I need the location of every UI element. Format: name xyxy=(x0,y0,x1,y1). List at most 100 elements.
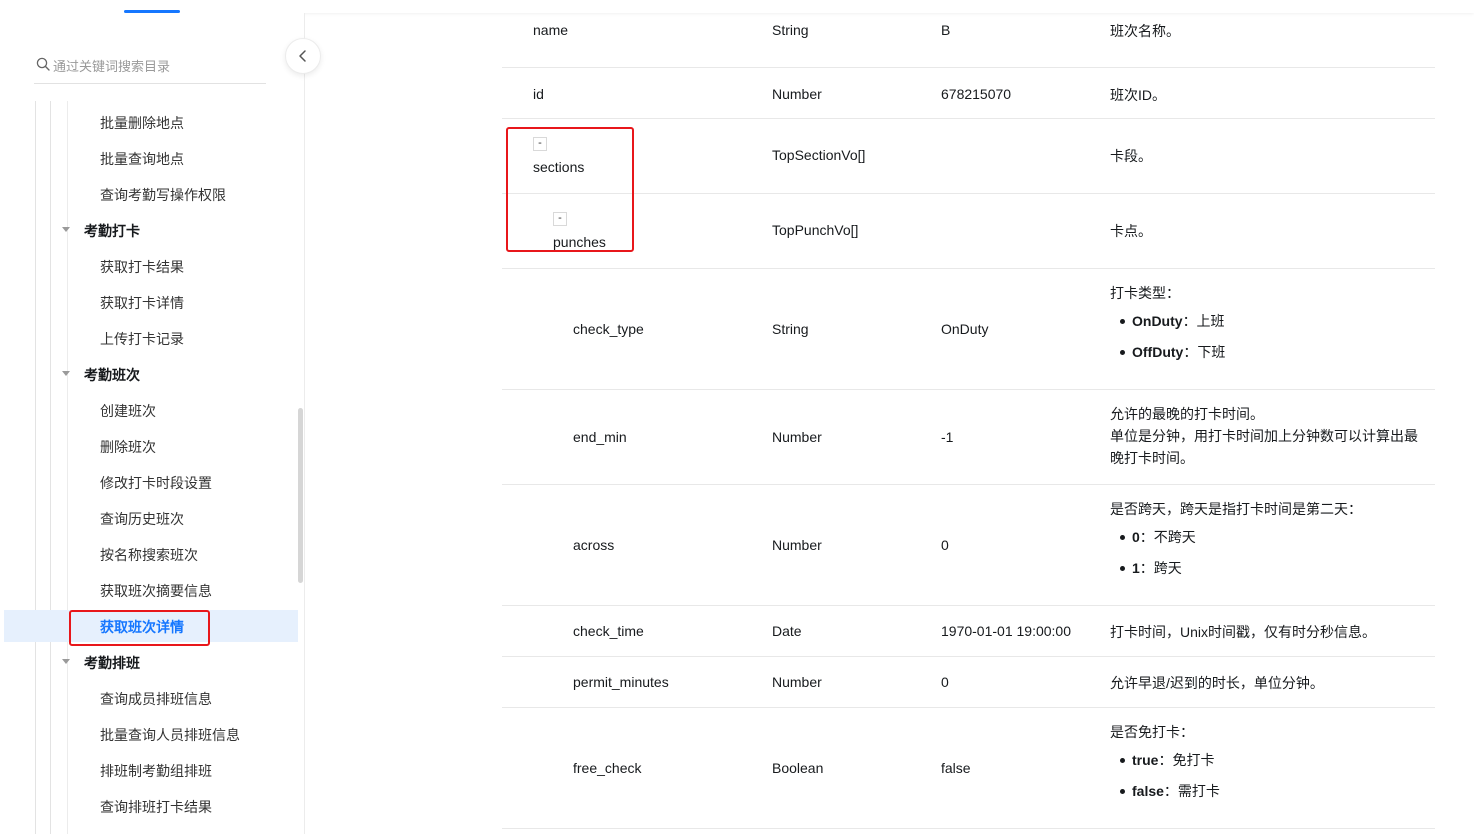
sidebar-group[interactable]: 考勤排班 xyxy=(4,646,298,678)
param-type: String xyxy=(772,321,809,337)
sidebar-item[interactable]: 批量删除地点 xyxy=(4,106,298,138)
sidebar-item-label: 上传打卡记录 xyxy=(100,331,184,347)
sidebar-item-label: 查询排班打卡结果 xyxy=(100,799,212,815)
sidebar-item[interactable]: 批量查询地点 xyxy=(4,142,298,174)
sidebar-item[interactable]: 查询考勤写操作权限 xyxy=(4,178,298,210)
bullet-text: ：免打卡 xyxy=(1158,752,1215,768)
sidebar-item-label: 批量删除地点 xyxy=(100,115,184,131)
sidebar-scrollbar[interactable] xyxy=(298,408,303,583)
collapse-toggle[interactable]: - xyxy=(533,137,547,151)
bullet-text: ：下班 xyxy=(1183,344,1226,360)
sidebar-item[interactable]: 获取打卡结果 xyxy=(4,250,298,282)
sidebar-item-label: 获取班次详情 xyxy=(100,619,184,635)
sidebar-item[interactable]: 上传打卡记录 xyxy=(4,322,298,354)
sidebar: 通过关键词搜索目录 批量删除地点 批量查询地点查询考勤写操作权限考勤打卡获取打卡结… xyxy=(0,13,305,834)
sidebar-item[interactable]: 获取打卡详情 xyxy=(4,286,298,318)
bullet-key: true xyxy=(1132,752,1159,768)
description-text: 卡段。 xyxy=(1110,148,1152,164)
description-text: 卡点。 xyxy=(1110,223,1152,239)
sidebar-item-label: 获取班次摘要信息 xyxy=(100,583,212,599)
sidebar-item[interactable]: 获取班次摘要信息 xyxy=(4,574,298,606)
caret-down-icon[interactable] xyxy=(62,659,70,664)
bullet-key: 1 xyxy=(1132,560,1140,576)
param-example: 1970-01-01 19:00:00 xyxy=(941,623,1071,639)
table-row: check_time Date 1970-01-01 19:00:00 打卡时间，Un… xyxy=(502,605,1435,657)
table-row: permit_minutes Number 0 允许早退/迟到的时长，单位分钟。 xyxy=(502,656,1435,708)
param-example: 0 xyxy=(941,674,949,690)
description-bullet: OffDuty：下班 xyxy=(1120,341,1430,363)
top-bar xyxy=(0,0,1474,13)
sidebar-item-label: 查询历史班次 xyxy=(100,511,184,527)
param-name: end_min xyxy=(573,429,627,445)
sidebar-item[interactable]: 查询历史班次 xyxy=(4,502,298,534)
param-description: 班次ID。 xyxy=(1110,84,1430,106)
search-input[interactable]: 通过关键词搜索目录 xyxy=(53,56,170,75)
param-type: TopPunchVo[] xyxy=(772,222,859,238)
collapse-sidebar-button[interactable] xyxy=(285,38,321,74)
description-line: 单位是分钟，用打卡时间加上分钟数可以计算出最晚打卡时间。 xyxy=(1110,428,1418,466)
sidebar-item-label: 删除班次 xyxy=(100,439,156,455)
table-row: name String B 班次名称。 xyxy=(502,13,1435,68)
table-row: punches - TopPunchVo[] 卡点。 xyxy=(502,193,1435,269)
caret-down-icon[interactable] xyxy=(62,371,70,376)
sidebar-item-label: 创建班次 xyxy=(100,403,156,419)
sidebar-item[interactable]: 删除班次 xyxy=(4,430,298,462)
param-example: B xyxy=(941,22,951,38)
param-example: 0 xyxy=(941,537,949,553)
sidebar-group[interactable]: 考勤班次 xyxy=(4,358,298,390)
sidebar-item[interactable]: 按名称搜索班次 xyxy=(4,538,298,570)
param-example: 678215070 xyxy=(941,86,1012,102)
sidebar-group[interactable]: 考勤打卡 xyxy=(4,214,298,246)
search-box[interactable]: 通过关键词搜索目录 xyxy=(34,50,266,84)
sidebar-item-label: 查询考勤写操作权限 xyxy=(100,187,226,203)
description-text: 打卡时间，Unix时间戳，仅有时分秒信息。 xyxy=(1110,624,1377,640)
sidebar-item-label: 获取打卡详情 xyxy=(100,295,184,311)
description-bullet: true：免打卡 xyxy=(1120,749,1430,771)
param-description: 卡点。 xyxy=(1110,220,1430,242)
param-description: 打卡时间，Unix时间戳，仅有时分秒信息。 xyxy=(1110,621,1430,643)
param-description: 打卡类型： OnDuty：上班 OffDuty：下班 xyxy=(1110,282,1430,372)
sidebar-item[interactable]: 排班制考勤组排班 xyxy=(4,754,298,786)
param-name: free_check xyxy=(573,760,642,776)
sidebar-item-label: 考勤班次 xyxy=(84,367,140,383)
description-bullet: OnDuty：上班 xyxy=(1120,310,1430,332)
table-row: id Number 678215070 班次ID。 xyxy=(502,67,1435,119)
sidebar-item[interactable]: 修改打卡时段设置 xyxy=(4,466,298,498)
description-line: 允许的最晚的打卡时间。 xyxy=(1110,406,1264,422)
description-text: 是否跨天，跨天是指打卡时间是第二天： xyxy=(1110,501,1362,517)
param-type: Number xyxy=(772,674,822,690)
caret-down-icon[interactable] xyxy=(62,227,70,232)
description-bullet: false：需打卡 xyxy=(1120,780,1430,802)
sidebar-item[interactable]: 创建班次 xyxy=(4,394,298,426)
sidebar-item[interactable]: 查询成员排班信息 xyxy=(4,682,298,714)
param-type: Boolean xyxy=(772,760,824,776)
sidebar-item-label: 考勤排班 xyxy=(84,655,140,671)
bullet-text: ：需打卡 xyxy=(1163,783,1220,799)
sidebar-item-label: 查询成员排班信息 xyxy=(100,691,212,707)
description-text: 是否免打卡： xyxy=(1110,724,1194,740)
param-description: 是否跨天，跨天是指打卡时间是第二天： 0：不跨天 1：跨天 xyxy=(1110,498,1430,588)
bullet-key: OffDuty xyxy=(1132,344,1184,360)
param-type: Number xyxy=(772,537,822,553)
bullet-key: 0 xyxy=(1132,529,1140,545)
sidebar-item-label: 排班制考勤组排班 xyxy=(100,763,212,779)
search-icon xyxy=(36,57,50,71)
param-description: 卡段。 xyxy=(1110,145,1430,167)
sidebar-item-label: 批量查询地点 xyxy=(100,151,184,167)
param-description: 允许早退/迟到的时长，单位分钟。 xyxy=(1110,672,1430,694)
sidebar-item-label: 考勤打卡 xyxy=(84,223,140,239)
param-name: id xyxy=(533,86,544,102)
bullet-key: OnDuty xyxy=(1132,313,1183,329)
sidebar-item[interactable]: 查询排班打卡结果 xyxy=(4,790,298,822)
chevron-left-icon xyxy=(299,50,306,62)
description-bullet: 0：不跨天 xyxy=(1120,526,1430,548)
sidebar-item-label: 按名称搜索班次 xyxy=(100,547,198,563)
table-row: end_min Number -1 允许的最晚的打卡时间。 单位是分钟，用打卡时间加上分… xyxy=(502,389,1435,485)
sidebar-item[interactable]: 批量查询人员排班信息 xyxy=(4,718,298,750)
param-description: 是否免打卡： true：免打卡 false：需打卡 xyxy=(1110,721,1430,811)
collapse-toggle[interactable]: - xyxy=(553,212,567,226)
sidebar-item[interactable]: 获取班次详情 xyxy=(4,610,298,642)
param-name: name xyxy=(533,22,569,38)
table-row: check_type String OnDuty 打卡类型： OnDuty：上班 OffD… xyxy=(502,268,1435,390)
sidebar-item-label: 获取打卡结果 xyxy=(100,259,184,275)
